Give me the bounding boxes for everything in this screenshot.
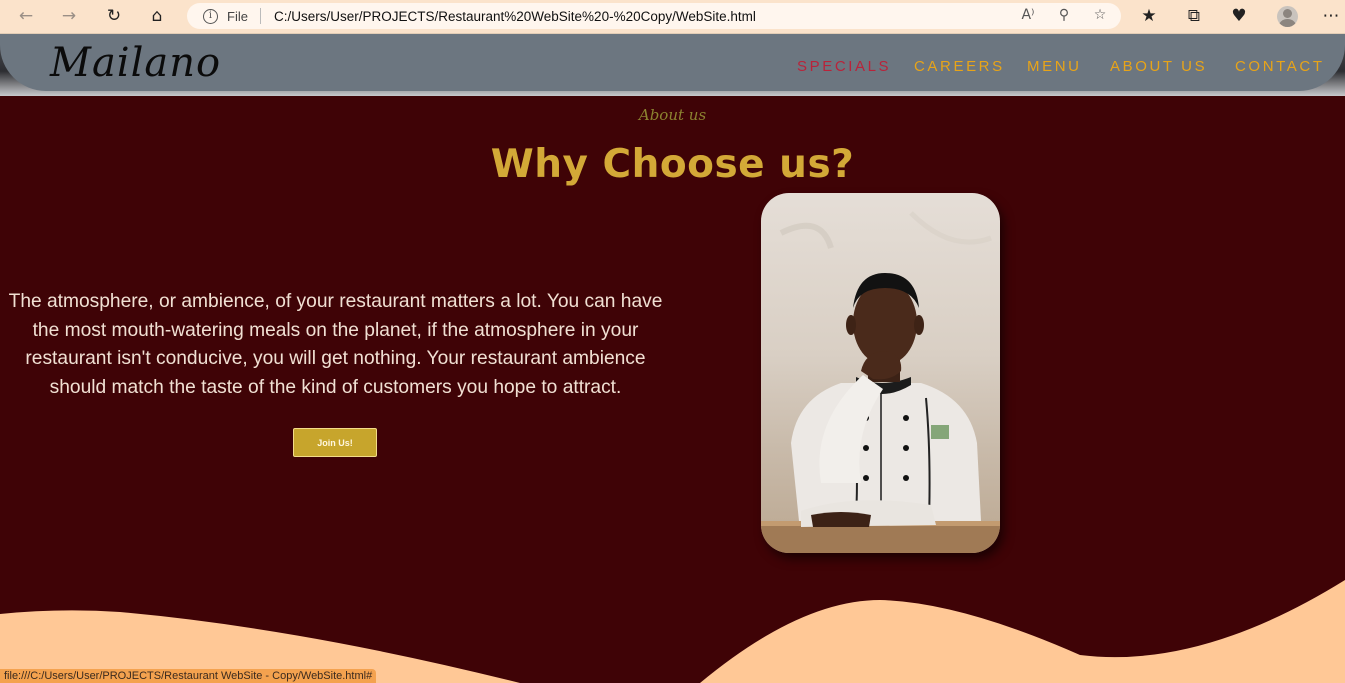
scheme-label: File	[227, 8, 248, 24]
forward-arrow-icon[interactable]: →	[55, 4, 83, 28]
decorative-wave	[0, 580, 1345, 683]
health-icon[interactable]: ♥	[1225, 4, 1253, 28]
back-arrow-icon[interactable]: ←	[12, 4, 40, 28]
collections-icon[interactable]: ⧉	[1180, 4, 1208, 28]
chef-photo	[761, 193, 1000, 553]
favorites-icon[interactable]: ★	[1135, 4, 1163, 28]
site-header: Mailano SPECIALS CAREERS MENU ABOUT US C…	[0, 34, 1345, 96]
site-logo[interactable]: Mailano	[50, 40, 221, 86]
section-kicker: About us	[638, 106, 707, 124]
address-separator	[259, 8, 261, 24]
nav-menu[interactable]: MENU	[1027, 58, 1082, 75]
read-aloud-icon[interactable]: A⁾	[1019, 7, 1037, 23]
nav-about-us[interactable]: ABOUT US	[1110, 58, 1207, 75]
home-icon[interactable]: ⌂	[143, 4, 171, 28]
section-heading: Why Choose us?	[490, 142, 855, 187]
more-icon[interactable]: ⋯	[1317, 4, 1345, 28]
about-paragraph: The atmosphere, or ambience, of your res…	[8, 291, 663, 399]
nav-contact[interactable]: CONTACT	[1235, 58, 1325, 75]
about-section: About us Why Choose us? The atmosphere, …	[0, 96, 1345, 683]
browser-status-bar: file:///C:/Users/User/PROJECTS/Restauran…	[0, 669, 377, 683]
url-text[interactable]: C:/Users/User/PROJECTS/Restaurant%20WebS…	[274, 9, 756, 24]
browser-toolbar: ← → ↻ ⌂ i File C:/Users/User/PROJECTS/Re…	[0, 0, 1345, 34]
profile-icon[interactable]	[1277, 6, 1298, 27]
add-favorite-icon[interactable]: ☆	[1091, 7, 1109, 23]
address-bar[interactable]: i File C:/Users/User/PROJECTS/Restaurant…	[187, 3, 1121, 29]
join-us-button[interactable]: Join Us!	[293, 428, 377, 457]
refresh-icon[interactable]: ↻	[100, 4, 128, 28]
chef-illustration	[761, 211, 1000, 553]
zoom-out-icon[interactable]: ⚲	[1055, 7, 1073, 23]
site-info-icon[interactable]: i	[203, 8, 218, 24]
nav-specials[interactable]: SPECIALS	[797, 58, 891, 75]
nav-careers[interactable]: CAREERS	[914, 58, 1005, 75]
